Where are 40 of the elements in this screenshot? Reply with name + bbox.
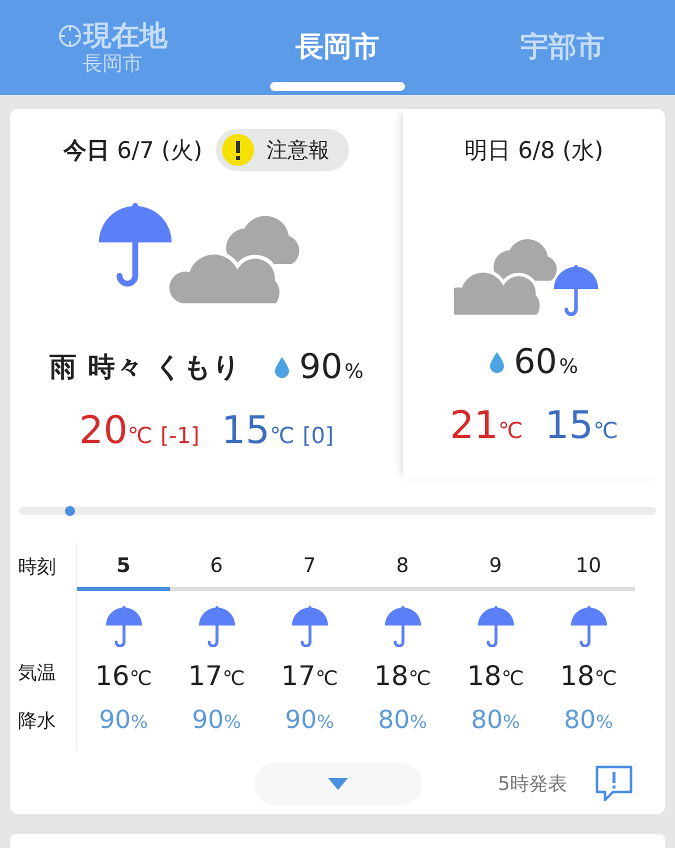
- weather-text: 雨 時々 くもり: [49, 351, 242, 385]
- hourly-precipitation: 80%: [564, 705, 613, 736]
- hourly-temperature: 17℃: [188, 661, 245, 694]
- location-icon: [58, 24, 82, 48]
- hourly-temperature: 16℃: [95, 661, 152, 694]
- precipitation-chance: 90%: [275, 347, 364, 387]
- row-label: 時刻: [18, 555, 57, 580]
- hourly-precipitation: 90%: [99, 705, 148, 736]
- timeline-slider[interactable]: [19, 507, 656, 515]
- warning-icon: [222, 134, 254, 166]
- low-temperature: 15℃ [0]: [221, 408, 334, 452]
- warning-badge[interactable]: 注意報: [216, 129, 350, 171]
- raindrop-icon: [490, 352, 504, 372]
- hourly-precipitation: 90%: [192, 705, 241, 736]
- hour-tab[interactable]: 10: [542, 543, 635, 591]
- high-temperature: 20℃ [-1]: [79, 408, 200, 452]
- day-date: 今日 6/7 (火): [64, 136, 202, 166]
- hour-tab[interactable]: 7: [263, 543, 356, 591]
- hour-tab[interactable]: 9: [449, 543, 542, 591]
- hourly-precipitation: 80%: [471, 705, 520, 736]
- issued-time: 5時発表: [498, 772, 567, 797]
- hour-tab[interactable]: 5: [77, 543, 170, 591]
- hourly-precipitation: 80%: [378, 705, 427, 736]
- hourly-temperature: 17℃: [281, 661, 338, 694]
- low-temperature: 15℃: [545, 403, 618, 447]
- hourly-temperature: 18℃: [467, 661, 524, 694]
- row-label: 降水: [18, 709, 57, 734]
- row-label: 気温: [18, 661, 57, 686]
- hour-tab[interactable]: 6: [170, 543, 263, 591]
- feedback-icon[interactable]: [593, 764, 635, 804]
- hourly-temperature: 18℃: [560, 661, 617, 694]
- hourly-temperature: 18℃: [374, 661, 431, 694]
- precipitation-chance: 60%: [490, 342, 578, 382]
- day-date: 明日 6/8 (水): [464, 136, 604, 166]
- raindrop-icon: [275, 356, 290, 378]
- hourly-precipitation: 90%: [285, 705, 334, 736]
- slider-thumb[interactable]: [64, 506, 75, 516]
- hour-tab[interactable]: 8: [356, 543, 449, 591]
- high-temperature: 21℃: [450, 403, 523, 447]
- caret-icon: [327, 777, 349, 791]
